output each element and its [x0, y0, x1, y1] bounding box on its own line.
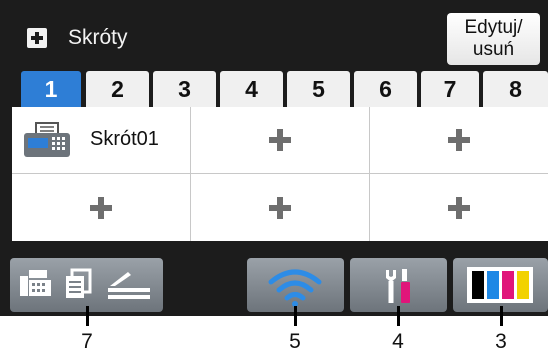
shortcut-cell-add-2[interactable]	[191, 107, 370, 174]
fax-icon	[24, 122, 70, 157]
shortcut-cell-add-3[interactable]	[370, 107, 548, 174]
shortcut-cell-skrot01[interactable]: Skrót01	[12, 107, 191, 174]
copy-icon	[66, 268, 92, 298]
callout-number-5: 5	[289, 330, 301, 353]
tools-icon	[386, 269, 410, 303]
fax-copy-scan-icons	[20, 268, 150, 299]
tab-3[interactable]: 3	[153, 71, 216, 107]
plus-icon	[269, 196, 291, 219]
callout-line-3	[500, 306, 503, 326]
edit-button-label-line2: usuń	[472, 39, 515, 60]
shortcut-cell-add-5[interactable]	[191, 174, 370, 241]
wifi-button[interactable]	[247, 258, 344, 312]
shortcut-cell-add-4[interactable]	[12, 174, 191, 241]
plus-icon	[27, 28, 47, 48]
tab-4[interactable]: 4	[220, 71, 283, 107]
tab-7[interactable]: 7	[421, 71, 479, 107]
tab-5[interactable]: 5	[287, 71, 350, 107]
fax-icon	[20, 270, 51, 296]
fax-copy-scan-button[interactable]	[10, 258, 163, 312]
tab-bar: 1 2 3 4 5 6 7 8	[0, 71, 548, 107]
page-title: Skróty	[68, 26, 128, 49]
scan-icon	[108, 272, 150, 299]
tab-6[interactable]: 6	[354, 71, 417, 107]
callout-line-4	[397, 306, 400, 326]
ink-cartridges-icon	[467, 267, 533, 303]
shortcut-grid: Skrót01	[12, 107, 548, 241]
plus-icon	[90, 196, 112, 219]
lcd-screen: Skróty Edytuj/ usuń 1 2 3 4 5 6 7 8 Skró…	[0, 0, 548, 316]
callout-number-4: 4	[392, 330, 404, 353]
callout-number-7: 7	[81, 330, 93, 353]
tab-1[interactable]: 1	[21, 71, 81, 107]
tab-2[interactable]: 2	[86, 71, 149, 107]
plus-icon	[448, 196, 470, 219]
plus-icon	[448, 129, 470, 151]
callout-line-5	[294, 306, 297, 326]
callout-line-7	[86, 306, 89, 326]
ink-button[interactable]	[453, 258, 548, 312]
tab-8[interactable]: 8	[483, 71, 548, 107]
shortcut-cell-add-6[interactable]	[370, 174, 548, 241]
edit-delete-button[interactable]: Edytuj/ usuń	[447, 13, 540, 65]
callout-number-3: 3	[495, 330, 507, 353]
settings-button[interactable]	[350, 258, 447, 312]
edit-button-label-line1: Edytuj/	[464, 17, 523, 38]
plus-icon	[269, 129, 291, 151]
wifi-icon	[268, 269, 322, 307]
shortcut-label: Skrót01	[90, 128, 159, 150]
